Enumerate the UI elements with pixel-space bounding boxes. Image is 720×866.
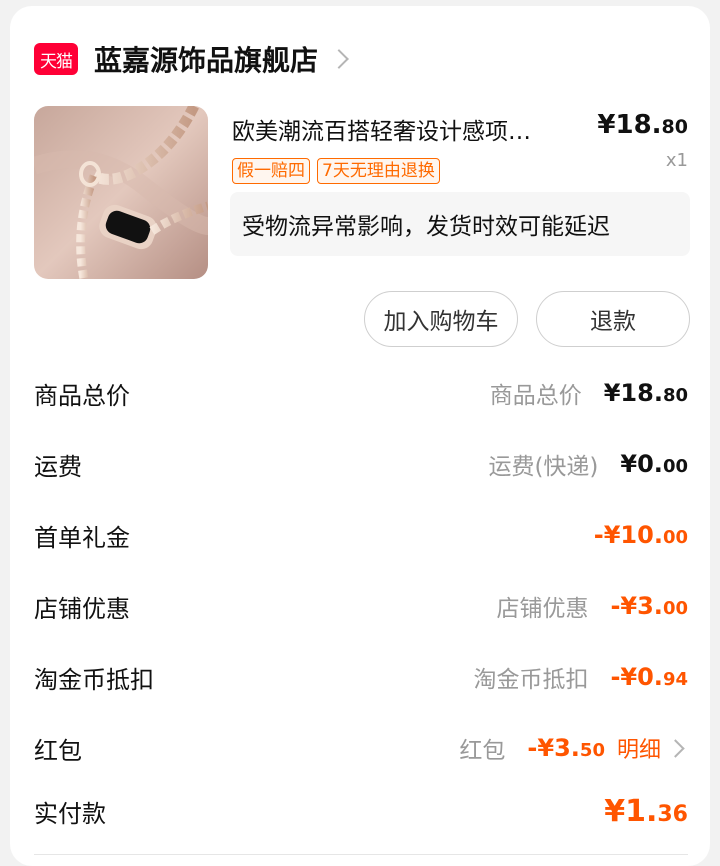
amount-cents: 00 xyxy=(662,456,688,477)
product-tags: 假一赔四 7天无理由退换 xyxy=(232,158,440,184)
amount-cents: 36 xyxy=(657,801,688,827)
amount-int: 0. xyxy=(637,663,663,691)
currency: ¥ xyxy=(603,379,621,407)
amount-cents: 80 xyxy=(662,385,688,406)
amount-cents: 94 xyxy=(662,669,688,690)
paid-amount: ¥1.36 xyxy=(604,794,688,829)
product-title[interactable]: 欧美潮流百搭轻奢设计感项… xyxy=(232,112,592,146)
shipping-label: 运费 xyxy=(34,452,82,481)
price-cents: 80 xyxy=(661,116,688,138)
currency: ¥ xyxy=(620,450,638,478)
first-order-gift-label: 首单礼金 xyxy=(34,523,130,552)
add-to-cart-button[interactable]: 加入购物车 xyxy=(364,291,518,347)
product-thumbnail[interactable] xyxy=(34,106,208,279)
row-first-order-gift: 首单礼金 -¥10.00 xyxy=(34,510,688,560)
row-taojinbi: 淘金币抵扣 淘金币抵扣 -¥0.94 xyxy=(34,652,688,702)
logistics-notice: 受物流异常影响，发货时效可能延迟 xyxy=(230,192,690,256)
currency: -¥ xyxy=(610,663,638,691)
price-currency: ¥ xyxy=(597,110,616,140)
tag-7day-return: 7天无理由退换 xyxy=(317,158,440,184)
tmall-logo: 天猫 xyxy=(34,43,78,75)
row-red-packet[interactable]: 红包 红包 -¥3.50 明细 xyxy=(34,723,688,773)
shop-discount-label: 店铺优惠 xyxy=(34,594,130,623)
red-packet-detail-link[interactable]: 明细 xyxy=(617,732,661,764)
row-shop-discount: 店铺优惠 店铺优惠 -¥3.00 xyxy=(34,581,688,631)
currency: -¥ xyxy=(610,592,638,620)
currency: ¥ xyxy=(604,793,626,829)
amount-cents: 50 xyxy=(579,740,605,761)
shipping-sub: 运费(快递) xyxy=(488,454,599,480)
shop-header[interactable]: 天猫 蓝嘉源饰品旗舰店 xyxy=(34,36,349,82)
goods-total-amount: ¥18.80 xyxy=(604,379,688,407)
currency: -¥ xyxy=(593,521,621,549)
red-packet-amount: -¥3.50 xyxy=(527,734,605,762)
amount-cents: 00 xyxy=(662,527,688,548)
tag-fake-compensation: 假一赔四 xyxy=(232,158,310,184)
paid-label: 实付款 xyxy=(34,799,106,828)
currency: -¥ xyxy=(527,734,555,762)
price-int: 18. xyxy=(615,110,662,140)
amount-int: 3. xyxy=(554,734,580,762)
goods-total-label: 商品总价 xyxy=(34,381,130,410)
amount-int: 10. xyxy=(620,521,663,549)
chevron-right-icon[interactable] xyxy=(329,49,349,69)
chevron-right-icon[interactable] xyxy=(666,738,685,758)
amount-int: 3. xyxy=(637,592,663,620)
red-packet-sub: 红包 xyxy=(459,738,506,764)
first-order-gift-amount: -¥10.00 xyxy=(594,521,688,549)
taojinbi-label: 淘金币抵扣 xyxy=(34,665,154,694)
necklace-image xyxy=(34,106,208,279)
taojinbi-sub: 淘金币抵扣 xyxy=(473,667,589,693)
shop-discount-amount: -¥3.00 xyxy=(610,592,688,620)
refund-button[interactable]: 退款 xyxy=(536,291,690,347)
row-shipping: 运费 运费(快递) ¥0.00 xyxy=(34,439,688,489)
amount-cents: 00 xyxy=(662,598,688,619)
product-price: ¥18.80 xyxy=(597,110,688,140)
row-goods-total: 商品总价 商品总价 ¥18.80 xyxy=(34,368,688,418)
row-paid: 实付款 ¥1.36 xyxy=(34,786,688,836)
taojinbi-amount: -¥0.94 xyxy=(610,663,688,691)
order-card: 天猫 蓝嘉源饰品旗舰店 欧美潮流百搭轻奢设计感项… ¥18.80 x1 假一赔四… xyxy=(10,6,710,866)
product-quantity: x1 xyxy=(665,150,688,171)
goods-total-sub: 商品总价 xyxy=(489,383,582,409)
shop-discount-sub: 店铺优惠 xyxy=(496,596,589,622)
amount-int: 1. xyxy=(625,793,658,829)
red-packet-label: 红包 xyxy=(34,736,82,765)
shipping-amount: ¥0.00 xyxy=(620,450,688,478)
divider xyxy=(34,854,688,855)
amount-int: 0. xyxy=(637,450,663,478)
shop-name[interactable]: 蓝嘉源饰品旗舰店 xyxy=(94,39,318,79)
amount-int: 18. xyxy=(620,379,663,407)
